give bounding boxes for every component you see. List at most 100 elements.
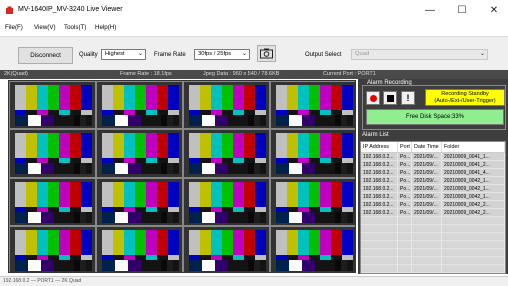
empty-cell [412, 265, 442, 272]
output-select-value: Quad [355, 51, 370, 57]
video-tile[interactable] [9, 177, 96, 226]
video-tile[interactable] [183, 177, 270, 226]
column-folder[interactable]: Folder [442, 142, 505, 152]
empty-cell [412, 225, 442, 232]
date-time-cell: 2021/09/... [412, 193, 442, 200]
color-bars [15, 181, 92, 207]
stop-button[interactable] [383, 91, 397, 105]
close-button[interactable]: ✕ [479, 3, 508, 18]
current-port-text: Current Port : PORT1 [323, 71, 376, 77]
menu-view[interactable]: View(V) [34, 24, 56, 31]
empty-cell [398, 225, 412, 232]
video-tile[interactable] [183, 81, 270, 130]
video-tile[interactable] [96, 177, 183, 226]
ip-address-cell: 192.168.0.2... [361, 169, 398, 176]
folder-cell: 20210909_0042_2... [442, 201, 505, 208]
video-tile[interactable] [9, 129, 96, 178]
free-disk-space: Free Disk Space:33% [366, 109, 504, 125]
snapshot-button[interactable] [257, 45, 276, 62]
table-row[interactable]: 192.168.0.2... Po... 2021/09/... 20210909_0… [361, 193, 505, 201]
minimize-button[interactable]: — [415, 3, 445, 18]
video-tile[interactable] [9, 225, 96, 272]
empty-cell [398, 217, 412, 224]
empty-cell [398, 233, 412, 240]
app-icon [6, 6, 13, 14]
menu-file[interactable]: File(F) [5, 24, 23, 31]
color-bars-bottom [276, 259, 353, 271]
empty-cell [442, 249, 505, 256]
video-tile[interactable] [183, 129, 270, 178]
folder-cell: 20210909_0041_4... [442, 169, 505, 176]
color-bars [102, 181, 179, 207]
title-bar: MV-1640IP_MV-3240 Live Viewer — ☐ ✕ [0, 0, 508, 22]
status-bar: 192.168.0.2 — PORT1 — 2K Quad [0, 276, 508, 286]
mode-text: 2K(Quad) [4, 71, 28, 77]
empty-table-row [361, 249, 505, 257]
empty-cell [361, 265, 398, 272]
column-ip-address[interactable]: IP Address [361, 142, 398, 152]
folder-cell: 20210909_0041_2... [442, 161, 505, 168]
empty-cell [398, 249, 412, 256]
port-cell: Po... [400, 201, 412, 208]
video-tile[interactable] [270, 177, 355, 226]
empty-table-row [361, 217, 505, 225]
port-cell: Po... [400, 193, 412, 200]
disconnect-button[interactable]: Disconnect [18, 47, 73, 64]
color-bars-bottom [102, 115, 179, 126]
port-cell: Po... [400, 185, 412, 192]
table-row[interactable]: 192.168.0.2... Po... 2021/09/... 20210909_0… [361, 153, 505, 161]
color-bars-bottom [276, 163, 353, 175]
column-port[interactable]: Port [398, 142, 412, 152]
table-row[interactable]: 192.168.0.2... Po... 2021/09/... 20210909_0… [361, 177, 505, 185]
color-bars [276, 229, 353, 255]
table-row[interactable]: 192.168.0.2... Po... 2021/09/... 20210909_0… [361, 169, 505, 177]
ip-address-cell: 192.168.0.2... [361, 153, 398, 160]
table-row[interactable]: 192.168.0.2... Po... 2021/09/... 20210909_0… [361, 185, 505, 193]
folder-cell: 20210909_0042_2... [442, 209, 505, 216]
maximize-button[interactable]: ☐ [447, 3, 477, 18]
menu-tools[interactable]: Tools(T) [64, 24, 86, 31]
menu-help[interactable]: Help(H) [95, 24, 116, 31]
color-bars-bottom [15, 163, 92, 175]
color-bars-bottom [189, 115, 266, 126]
color-bars [102, 85, 179, 110]
date-time-cell: 2021/09/... [412, 161, 442, 168]
video-tile[interactable] [270, 81, 355, 130]
column-date-time[interactable]: Date Time [412, 142, 442, 152]
record-button[interactable] [366, 91, 380, 105]
status-text: 192.168.0.2 — PORT1 — 2K Quad [3, 278, 82, 284]
color-bars-bottom [189, 259, 266, 271]
empty-cell [361, 249, 398, 256]
video-tile[interactable] [270, 129, 355, 178]
ip-address-cell: 192.168.0.2... [361, 201, 398, 208]
alarm-list-title: Alarm List [362, 132, 389, 138]
table-row[interactable]: 192.168.0.2... Po... 2021/09/... 20210909_0… [361, 201, 505, 209]
output-select[interactable]: Quad ⌄ [351, 49, 488, 60]
jpeg-data-text: Jpeg Data : 960 x 540 / 78.6KB [203, 71, 280, 77]
color-bars [15, 85, 92, 110]
alarm-list-table[interactable]: IP Address Port Date Time Folder 192.168… [360, 141, 506, 274]
empty-cell [442, 257, 505, 264]
video-tile[interactable] [96, 129, 183, 178]
video-tile[interactable] [96, 225, 183, 272]
ip-address-cell: 192.168.0.2... [361, 161, 398, 168]
menu-bar: File(F) View(V) Tools(T) Help(H) [0, 23, 508, 35]
table-row[interactable]: 192.168.0.2... Po... 2021/09/... 20210909_0… [361, 161, 505, 169]
folder-cell: 20210909_0042_1... [442, 177, 505, 184]
video-tile[interactable] [270, 225, 355, 272]
folder-cell: 20210909_0041_1... [442, 153, 505, 160]
quality-select[interactable]: Highest ⌄ [101, 49, 146, 60]
frame-rate-select[interactable]: 30fps / 25fps ⌄ [194, 49, 250, 60]
video-tile[interactable] [9, 81, 96, 130]
video-viewer[interactable] [8, 80, 356, 273]
port-cell: Po... [400, 177, 412, 184]
color-bars [189, 133, 266, 159]
color-bars-bottom [15, 211, 92, 223]
toolbar: Disconnect Quality Highest ⌄ Frame Rate 3… [0, 36, 508, 70]
video-tile[interactable] [183, 225, 270, 272]
video-tile[interactable] [96, 81, 183, 130]
quality-label: Quality [79, 52, 98, 58]
table-row[interactable]: 192.168.0.2... Po... 2021/09/... 20210909_0… [361, 209, 505, 217]
empty-table-row [361, 241, 505, 249]
trigger-button[interactable]: ! [401, 91, 415, 105]
